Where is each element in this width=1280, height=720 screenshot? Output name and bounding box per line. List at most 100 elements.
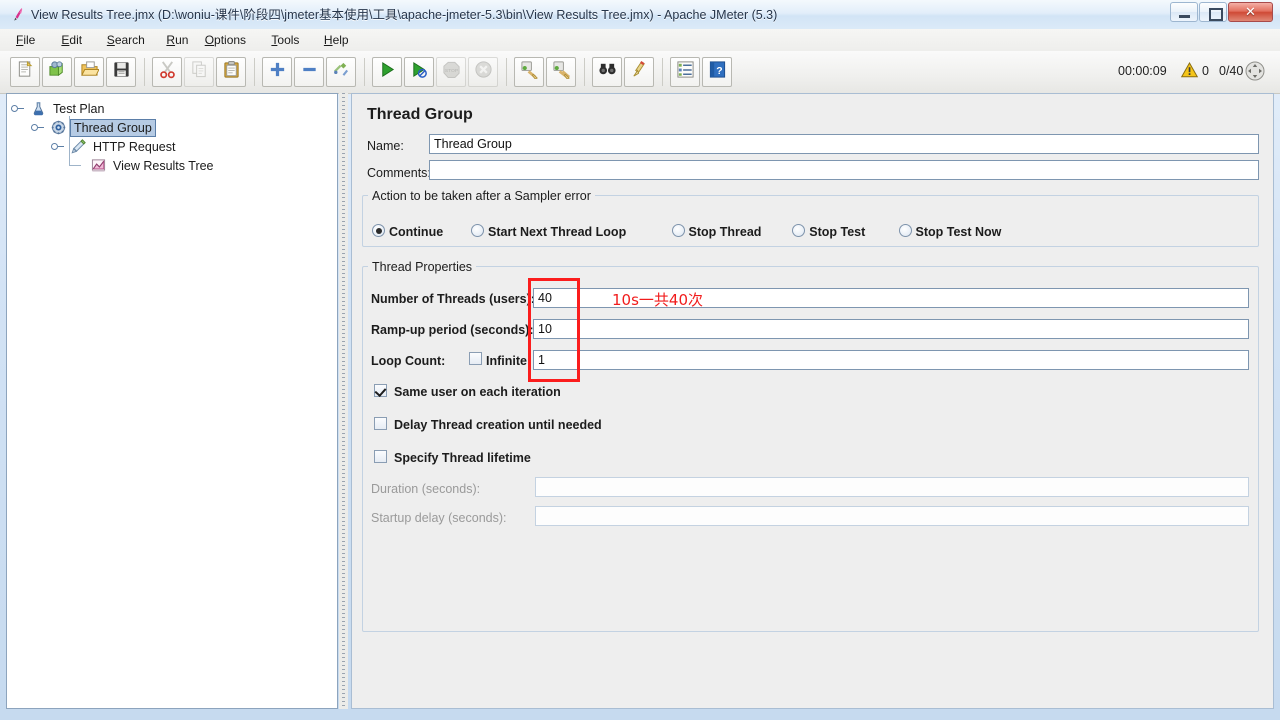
radio-stop-test-now[interactable] [898, 224, 912, 237]
clear-button[interactable] [514, 57, 544, 87]
toolbar-separator [254, 58, 255, 86]
help-icon: ? [708, 60, 727, 84]
toolbar-separator [144, 58, 145, 86]
stop-button: STOP [436, 57, 466, 87]
title-bar: View Results Tree.jmx (D:\woniu-课件\阶段四\j… [0, 0, 1280, 30]
tree-node-http-request[interactable]: HTTP Request [9, 138, 329, 156]
function-helper-icon [676, 60, 695, 84]
menu-search[interactable]: Search [101, 32, 151, 49]
loop-count-input[interactable] [533, 350, 1249, 370]
tree-expand-handle[interactable] [11, 102, 24, 115]
tree-node-label: Thread Group [70, 119, 156, 137]
cut-button[interactable] [152, 57, 182, 87]
duration-input[interactable] [535, 477, 1249, 497]
save-button[interactable] [106, 57, 136, 87]
menu-help[interactable]: Help [318, 32, 355, 49]
comments-input[interactable] [429, 160, 1259, 180]
comments-label: Comments: [367, 166, 431, 180]
specify-thread-lifetime-checkbox[interactable] [374, 450, 387, 463]
help-button[interactable]: ? [702, 57, 732, 87]
startup-delay-input[interactable] [535, 506, 1249, 526]
expand-arrows-icon[interactable] [1245, 61, 1265, 81]
minimize-button[interactable] [1170, 2, 1198, 22]
radio-label-stop-thread: Stop Thread [688, 225, 762, 239]
close-button[interactable]: ✕ [1228, 2, 1273, 22]
new-button[interactable] [10, 57, 40, 87]
start-no-pauses-button[interactable] [404, 57, 434, 87]
menu-run[interactable]: Run [160, 32, 194, 49]
number-of-threads-label: Number of Threads (users): [371, 292, 535, 306]
jmeter-main-window: View Results Tree.jmx (D:\woniu-课件\阶段四\j… [0, 0, 1280, 720]
jmeter-feather-icon [14, 8, 23, 21]
tree-node-view-results-tree[interactable]: View Results Tree [9, 157, 329, 175]
menu-bar: File Edit Search Run Options Tools Help [0, 29, 1280, 52]
clear-icon [520, 60, 539, 84]
stop-icon: STOP [442, 60, 461, 84]
search-reset-button[interactable] [624, 57, 654, 87]
templates-button[interactable] [42, 57, 72, 87]
thread-group-config-panel: Thread Group Name: Comments: Action to b… [351, 93, 1274, 709]
toggle-button[interactable] [326, 57, 356, 87]
tree-expand-handle[interactable] [51, 140, 64, 153]
name-label: Name: [367, 139, 404, 153]
toolbar-separator [506, 58, 507, 86]
save-icon [112, 60, 131, 84]
tree-expand-handle[interactable] [31, 121, 44, 134]
infinite-label: Infinite [486, 354, 527, 368]
paste-button[interactable] [216, 57, 246, 87]
menu-tools[interactable]: Tools [265, 32, 305, 49]
sampler-error-group-title: Action to be taken after a Sampler error [368, 189, 595, 203]
panel-splitter[interactable] [339, 93, 348, 709]
copy-icon [190, 60, 209, 84]
radio-label-stop-test: Stop Test [809, 225, 866, 239]
delay-thread-creation-label: Delay Thread creation until needed [394, 418, 602, 432]
templates-icon [48, 60, 67, 84]
name-input[interactable] [429, 134, 1259, 154]
same-user-checkbox[interactable] [374, 384, 387, 397]
view-results-tree-icon [91, 158, 106, 173]
copy-button [184, 57, 214, 87]
start-icon [378, 60, 397, 84]
search-button[interactable] [592, 57, 622, 87]
page-title: Thread Group [367, 106, 473, 123]
warning-triangle-icon [1181, 62, 1198, 78]
delay-thread-creation-checkbox[interactable] [374, 417, 387, 430]
tree-node-label: View Results Tree [113, 159, 214, 173]
tree-node-test-plan[interactable]: Test Plan [9, 100, 329, 118]
radio-continue[interactable] [372, 224, 385, 237]
tree-node-thread-group[interactable]: Thread Group [9, 119, 329, 137]
tree-container[interactable]: Test Plan Thread Group HTTP Request View Re… [9, 96, 335, 706]
collapse-all-button[interactable] [294, 57, 324, 87]
test-plan-icon [31, 101, 46, 116]
toolbar-separator [662, 58, 663, 86]
test-plan-tree-panel[interactable]: Test Plan Thread Group HTTP Request View Re… [6, 93, 338, 709]
open-button[interactable] [74, 57, 104, 87]
start-no-pauses-icon [410, 60, 429, 84]
radio-label-continue: Continue [389, 225, 444, 239]
toggle-icon [332, 60, 351, 84]
svg-text:STOP: STOP [444, 68, 458, 74]
radio-label-stop-test-now: Stop Test Now [915, 225, 1002, 239]
radio-stop-thread[interactable] [671, 224, 685, 237]
warning-count: 0 [1202, 64, 1209, 78]
search-reset-icon [630, 60, 649, 84]
ramp-up-period-input[interactable] [533, 319, 1249, 339]
window-title: View Results Tree.jmx (D:\woniu-课件\阶段四\j… [31, 8, 778, 22]
clear-all-button[interactable] [546, 57, 576, 87]
radio-start-next-thread-loop[interactable] [471, 224, 484, 237]
specify-thread-lifetime-label: Specify Thread lifetime [394, 451, 531, 465]
svg-text:?: ? [716, 66, 722, 77]
http-request-icon [71, 139, 86, 154]
expand-all-button[interactable] [262, 57, 292, 87]
shutdown-icon [474, 60, 493, 84]
function-helper-button[interactable] [670, 57, 700, 87]
search-icon [598, 60, 617, 84]
start-button[interactable] [372, 57, 402, 87]
menu-edit[interactable]: Edit [55, 32, 88, 49]
elapsed-timer: 00:00:09 [1118, 64, 1167, 78]
menu-options[interactable]: Options [199, 32, 252, 49]
infinite-checkbox[interactable] [469, 352, 482, 365]
maximize-button[interactable] [1199, 2, 1227, 22]
menu-file[interactable]: File [10, 32, 41, 49]
close-icon: ✕ [1245, 4, 1256, 19]
